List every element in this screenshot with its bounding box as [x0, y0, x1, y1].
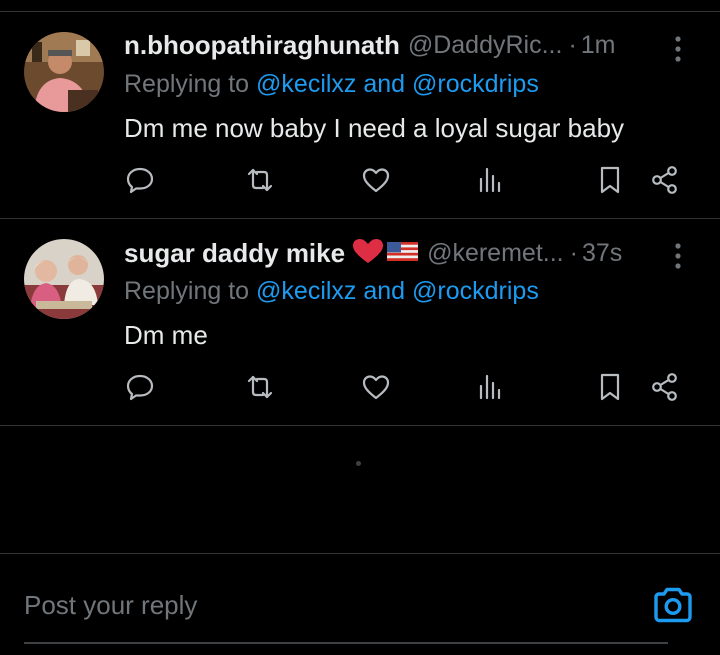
name-emoji — [351, 237, 419, 270]
timestamp[interactable]: 37s — [582, 239, 622, 267]
reply-input-placeholder[interactable]: Post your reply — [24, 590, 197, 621]
display-name[interactable]: sugar daddy mike — [124, 238, 345, 268]
tweet-text: Dm me — [124, 320, 208, 350]
like-icon[interactable] — [358, 162, 394, 198]
reply-icon[interactable] — [122, 369, 158, 405]
replying-to: Replying to @kecilxz and @rockdrips — [124, 70, 539, 99]
reply-mentions[interactable]: @kecilxz and @rockdrips — [256, 277, 539, 305]
views-icon[interactable] — [472, 369, 508, 405]
retweet-icon[interactable] — [242, 162, 278, 198]
timestamp[interactable]: 1m — [581, 31, 616, 59]
composer-divider — [0, 553, 720, 554]
avatar[interactable] — [24, 239, 104, 319]
display-name[interactable]: n.bhoopathiraghunath — [124, 30, 400, 60]
retweet-icon[interactable] — [242, 369, 278, 405]
avatar[interactable] — [24, 32, 104, 112]
more-vertical-icon[interactable] — [666, 241, 690, 271]
loading-indicator — [356, 461, 361, 466]
tweet-header: sugar daddy mike @keremet... · 37s — [124, 237, 720, 271]
camera-icon[interactable] — [652, 586, 694, 624]
share-icon[interactable] — [647, 162, 683, 198]
replying-to-label: Replying to — [124, 277, 257, 305]
action-bar — [0, 369, 720, 409]
user-handle[interactable]: @keremet... — [427, 239, 564, 267]
reply-composer[interactable]: Post your reply — [24, 582, 692, 632]
us-flag-icon — [387, 242, 419, 261]
bookmark-icon[interactable] — [592, 369, 628, 405]
bookmark-icon[interactable] — [592, 162, 628, 198]
action-bar — [0, 162, 720, 202]
tweet-text: Dm me now baby I need a loyal sugar baby — [124, 113, 625, 143]
user-handle[interactable]: @DaddyRic... — [408, 31, 563, 59]
replying-to-label: Replying to — [124, 70, 257, 98]
share-icon[interactable] — [647, 369, 683, 405]
views-icon[interactable] — [472, 162, 508, 198]
reply-mentions[interactable]: @kecilxz and @rockdrips — [256, 70, 539, 98]
more-vertical-icon[interactable] — [666, 34, 690, 64]
reply-icon[interactable] — [122, 162, 158, 198]
like-icon[interactable] — [358, 369, 394, 405]
reply-tweet[interactable]: n.bhoopathiraghunath @DaddyRic... · 1m Repl… — [0, 12, 720, 219]
replying-to: Replying to @kecilxz and @rockdrips — [124, 277, 539, 306]
separator-dot: · — [568, 31, 577, 59]
separator-dot: · — [569, 239, 578, 267]
red-heart-icon — [353, 239, 419, 263]
tweet-header: n.bhoopathiraghunath @DaddyRic... · 1m — [124, 30, 720, 64]
composer-underline — [24, 642, 668, 644]
reply-tweet[interactable]: sugar daddy mike @keremet... · 37s Replyin… — [0, 219, 720, 426]
